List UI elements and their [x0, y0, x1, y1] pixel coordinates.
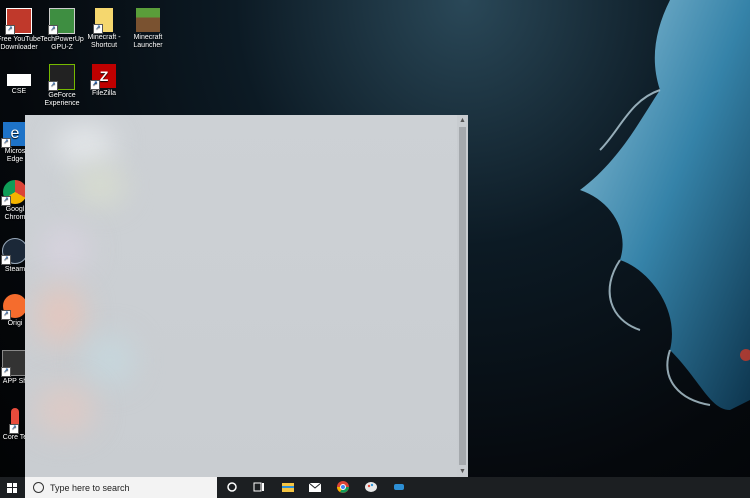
desktop-icon-gpu-z[interactable]: ↗ TechPowerUp GPU-Z [39, 8, 85, 52]
edge-icon: e ↗ [1, 122, 27, 148]
nvidia-icon: ↗ [48, 64, 75, 91]
desktop-icon-cse[interactable]: CSE [0, 66, 42, 96]
origin-icon: ↗ [1, 294, 27, 320]
start-button[interactable] [0, 477, 24, 498]
mail-icon[interactable] [308, 480, 322, 494]
search-input[interactable] [50, 482, 210, 493]
taskbar [0, 477, 750, 498]
app-icon[interactable] [392, 480, 406, 494]
scrollbar[interactable]: ▲ ▼ [457, 115, 468, 477]
scroll-down-icon[interactable]: ▼ [457, 466, 468, 477]
scrollbar-thumb[interactable] [459, 127, 466, 465]
desktop-icon-youtube-downloader[interactable]: ↗ Free YouTube Downloader [0, 8, 42, 52]
blur-blob [85, 335, 135, 385]
desktop-icon-minecraft-shortcut[interactable]: ↗ Minecraft - Shortcut [81, 8, 127, 50]
chrome-icon: ↗ [1, 180, 27, 206]
desktop-icon-geforce-experience[interactable]: ↗ GeForce Experience [39, 64, 85, 108]
blur-blob [75, 165, 125, 205]
windows-icon [7, 482, 17, 493]
filezilla-icon: Z ↗ [90, 64, 116, 90]
start-menu-panel[interactable]: ▲ ▼ [25, 115, 468, 477]
blur-blob [55, 125, 115, 165]
desktop-icon-filezilla[interactable]: Z ↗ FileZilla [81, 64, 127, 98]
gpu-z-icon: ↗ [48, 8, 75, 35]
search-box[interactable] [25, 477, 217, 498]
blur-blob [35, 385, 95, 435]
task-view-icon[interactable] [252, 480, 266, 494]
folder-icon: ↗ [93, 8, 113, 34]
cortana-icon[interactable] [225, 480, 239, 494]
chrome-icon[interactable] [336, 480, 350, 494]
youtube-downloader-icon: ↗ [5, 8, 32, 35]
paint-icon[interactable] [364, 480, 378, 494]
file-explorer-icon[interactable] [281, 480, 295, 494]
scroll-up-icon[interactable]: ▲ [457, 115, 468, 126]
search-icon [33, 482, 44, 493]
thermometer-icon: ↗ [9, 408, 19, 434]
blur-blob [35, 285, 85, 345]
minecraft-icon [136, 8, 160, 32]
cse-icon [7, 74, 31, 86]
wallpaper-fish [580, 0, 750, 410]
desktop-icon-minecraft-launcher[interactable]: Minecraft Launcher [125, 8, 171, 50]
blur-blob [40, 225, 90, 275]
